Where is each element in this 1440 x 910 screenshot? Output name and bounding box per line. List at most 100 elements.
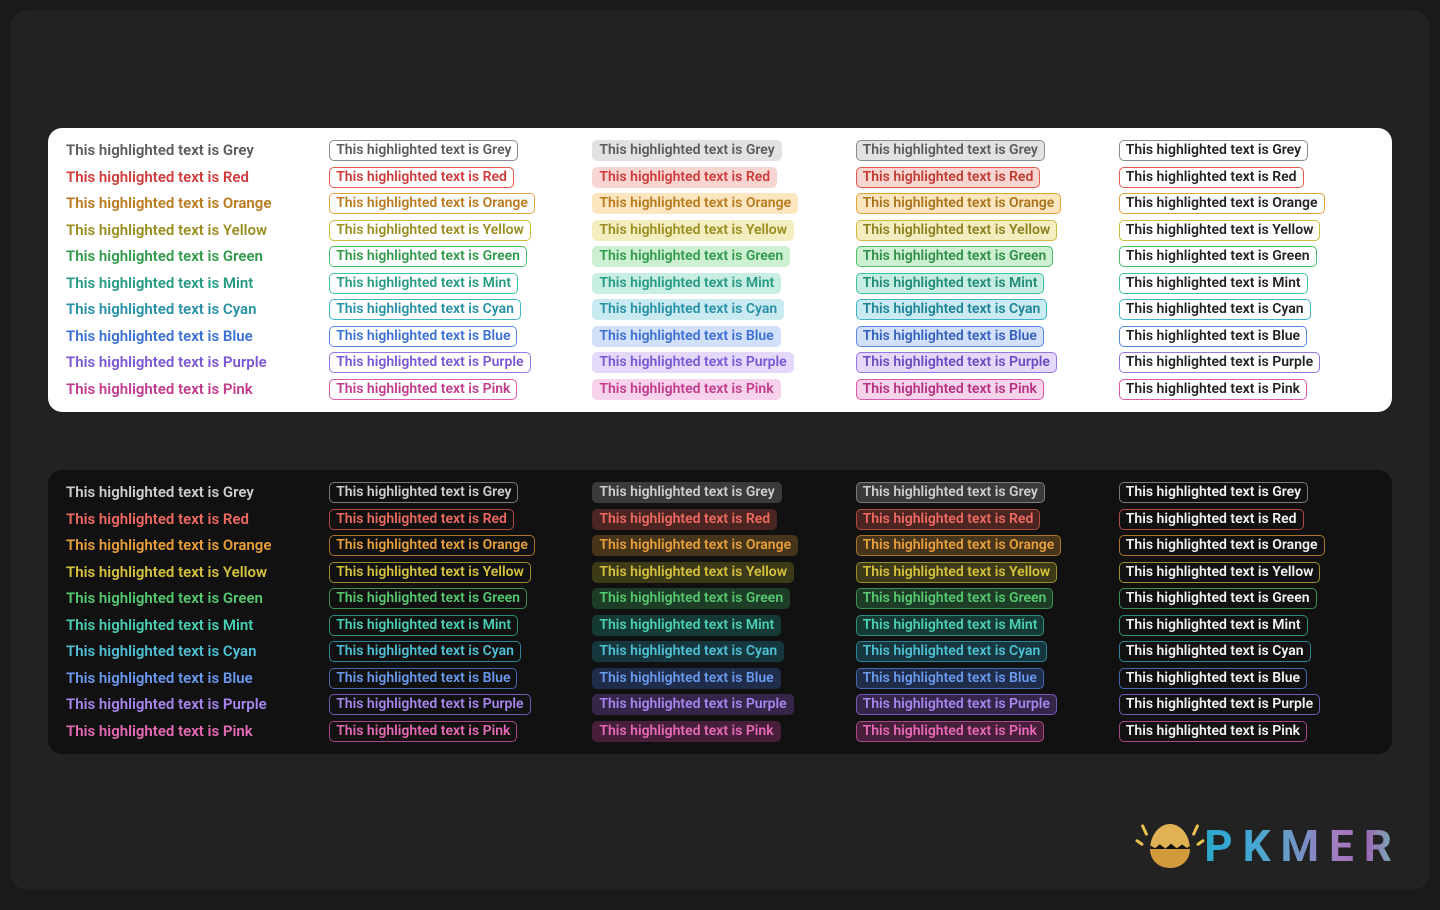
- swatch-dark-solid-outline-mint: This highlighted text is Mint: [1119, 615, 1374, 636]
- swatch-pill: This highlighted text is Grey: [1119, 140, 1308, 161]
- light-col-solid-outline: This highlighted text is Grey This highli…: [1119, 140, 1374, 400]
- swatch-dark-plain-yellow: This highlighted text is Yellow: [66, 562, 321, 583]
- swatch-dark-fill-outline-blue: This highlighted text is Blue: [856, 668, 1111, 689]
- swatch-pill: This highlighted text is Cyan: [1119, 641, 1311, 662]
- swatch-light-fill-pink: This highlighted text is Pink: [592, 379, 847, 400]
- swatch-pill: This highlighted text is Orange: [329, 193, 535, 214]
- swatch-pill: This highlighted text is Purple: [592, 694, 793, 715]
- swatch-dark-outline-green: This highlighted text is Green: [329, 588, 584, 609]
- swatch-dark-solid-outline-blue: This highlighted text is Blue: [1119, 668, 1374, 689]
- swatch-light-fill-outline-green: This highlighted text is Green: [856, 246, 1111, 267]
- dark-col-fill-outline: This highlighted text is Grey This highli…: [856, 482, 1111, 742]
- swatch-dark-plain-cyan: This highlighted text is Cyan: [66, 641, 321, 662]
- swatch-dark-fill-outline-mint: This highlighted text is Mint: [856, 615, 1111, 636]
- swatch-dark-fill-pink: This highlighted text is Pink: [592, 721, 847, 742]
- swatch-pill: This highlighted text is Pink: [329, 379, 517, 400]
- swatch-pill: This highlighted text is Grey: [592, 482, 781, 503]
- page-root: This highlighted text is Grey This highli…: [10, 10, 1430, 890]
- swatch-pill: This highlighted text is Purple: [329, 694, 530, 715]
- swatch-light-outline-mint: This highlighted text is Mint: [329, 273, 584, 294]
- swatch-pill: This highlighted text is Yellow: [592, 220, 794, 241]
- swatch-pill: This highlighted text is Mint: [329, 273, 518, 294]
- swatch-dark-outline-orange: This highlighted text is Orange: [329, 535, 584, 556]
- swatch-pill: This highlighted text is Blue: [856, 326, 1044, 347]
- swatch-pill: This highlighted text is Red: [592, 509, 777, 530]
- swatch-dark-plain-pink: This highlighted text is Pink: [66, 721, 321, 742]
- swatch-pill: This highlighted text is Yellow: [856, 562, 1058, 583]
- swatch-pill: This highlighted text is Blue: [329, 668, 517, 689]
- swatch-dark-fill-orange: This highlighted text is Orange: [592, 535, 847, 556]
- swatch-text: This highlighted text is Cyan: [66, 299, 256, 320]
- swatch-pill: This highlighted text is Purple: [1119, 352, 1320, 373]
- swatch-pill: This highlighted text is Green: [592, 588, 790, 609]
- swatch-dark-fill-green: This highlighted text is Green: [592, 588, 847, 609]
- swatch-dark-solid-outline-orange: This highlighted text is Orange: [1119, 535, 1374, 556]
- swatch-text: This highlighted text is Purple: [66, 694, 267, 715]
- swatch-dark-solid-outline-purple: This highlighted text is Purple: [1119, 694, 1374, 715]
- swatch-text: This highlighted text is Yellow: [66, 220, 267, 241]
- swatch-text: This highlighted text is Blue: [66, 668, 253, 689]
- swatch-pill: This highlighted text is Cyan: [592, 641, 784, 662]
- swatch-light-solid-outline-green: This highlighted text is Green: [1119, 246, 1374, 267]
- swatch-light-plain-red: This highlighted text is Red: [66, 167, 321, 188]
- swatch-pill: This highlighted text is Mint: [856, 273, 1045, 294]
- swatch-text: This highlighted text is Green: [66, 588, 263, 609]
- swatch-dark-plain-purple: This highlighted text is Purple: [66, 694, 321, 715]
- swatch-pill: This highlighted text is Pink: [592, 379, 780, 400]
- swatch-light-fill-outline-purple: This highlighted text is Purple: [856, 352, 1111, 373]
- swatch-pill: This highlighted text is Cyan: [329, 641, 521, 662]
- swatch-pill: This highlighted text is Green: [856, 588, 1054, 609]
- swatch-text: This highlighted text is Pink: [66, 721, 253, 742]
- swatch-dark-plain-mint: This highlighted text is Mint: [66, 615, 321, 636]
- swatch-text: This highlighted text is Orange: [66, 535, 271, 556]
- swatch-dark-fill-outline-purple: This highlighted text is Purple: [856, 694, 1111, 715]
- swatch-light-fill-mint: This highlighted text is Mint: [592, 273, 847, 294]
- brand-logo-text: PKMER: [1204, 820, 1402, 872]
- swatch-pill: This highlighted text is Purple: [856, 352, 1057, 373]
- swatch-pill: This highlighted text is Yellow: [329, 562, 531, 583]
- swatch-text: This highlighted text is Orange: [66, 193, 271, 214]
- swatch-pill: This highlighted text is Orange: [592, 535, 798, 556]
- swatch-light-solid-outline-cyan: This highlighted text is Cyan: [1119, 299, 1374, 320]
- swatch-light-outline-green: This highlighted text is Green: [329, 246, 584, 267]
- swatch-dark-fill-outline-red: This highlighted text is Red: [856, 509, 1111, 530]
- swatch-light-solid-outline-blue: This highlighted text is Blue: [1119, 326, 1374, 347]
- swatch-light-plain-cyan: This highlighted text is Cyan: [66, 299, 321, 320]
- swatch-dark-fill-outline-orange: This highlighted text is Orange: [856, 535, 1111, 556]
- swatch-light-outline-red: This highlighted text is Red: [329, 167, 584, 188]
- swatch-pill: This highlighted text is Green: [1119, 246, 1317, 267]
- swatch-light-fill-blue: This highlighted text is Blue: [592, 326, 847, 347]
- swatch-pill: This highlighted text is Green: [592, 246, 790, 267]
- swatch-dark-fill-outline-green: This highlighted text is Green: [856, 588, 1111, 609]
- swatch-light-outline-blue: This highlighted text is Blue: [329, 326, 584, 347]
- swatch-light-fill-outline-orange: This highlighted text is Orange: [856, 193, 1111, 214]
- swatch-pill: This highlighted text is Purple: [856, 694, 1057, 715]
- swatch-pill: This highlighted text is Green: [329, 588, 527, 609]
- swatch-pill: This highlighted text is Pink: [856, 721, 1044, 742]
- swatch-text: This highlighted text is Cyan: [66, 641, 256, 662]
- swatch-dark-outline-pink: This highlighted text is Pink: [329, 721, 584, 742]
- swatch-pill: This highlighted text is Red: [329, 167, 514, 188]
- swatch-dark-solid-outline-green: This highlighted text is Green: [1119, 588, 1374, 609]
- swatch-pill: This highlighted text is Red: [592, 167, 777, 188]
- swatch-dark-fill-red: This highlighted text is Red: [592, 509, 847, 530]
- swatch-text: This highlighted text is Red: [66, 509, 249, 530]
- swatch-light-plain-pink: This highlighted text is Pink: [66, 379, 321, 400]
- light-col-plain: This highlighted text is GreyThis highli…: [66, 140, 321, 400]
- light-col-fill: This highlighted text is Grey This highli…: [592, 140, 847, 400]
- swatch-pill: This highlighted text is Cyan: [329, 299, 521, 320]
- swatch-dark-outline-blue: This highlighted text is Blue: [329, 668, 584, 689]
- swatch-pill: This highlighted text is Blue: [592, 326, 780, 347]
- swatch-pill: This highlighted text is Purple: [329, 352, 530, 373]
- swatch-dark-fill-outline-grey: This highlighted text is Grey: [856, 482, 1111, 503]
- swatch-light-outline-grey: This highlighted text is Grey: [329, 140, 584, 161]
- swatch-pill: This highlighted text is Blue: [329, 326, 517, 347]
- swatch-light-fill-outline-grey: This highlighted text is Grey: [856, 140, 1111, 161]
- swatch-light-plain-green: This highlighted text is Green: [66, 246, 321, 267]
- swatch-pill: This highlighted text is Pink: [329, 721, 517, 742]
- swatch-text: This highlighted text is Green: [66, 246, 263, 267]
- swatch-light-fill-outline-red: This highlighted text is Red: [856, 167, 1111, 188]
- swatch-pill: This highlighted text is Cyan: [1119, 299, 1311, 320]
- dark-col-plain: This highlighted text is GreyThis highli…: [66, 482, 321, 742]
- swatch-light-fill-grey: This highlighted text is Grey: [592, 140, 847, 161]
